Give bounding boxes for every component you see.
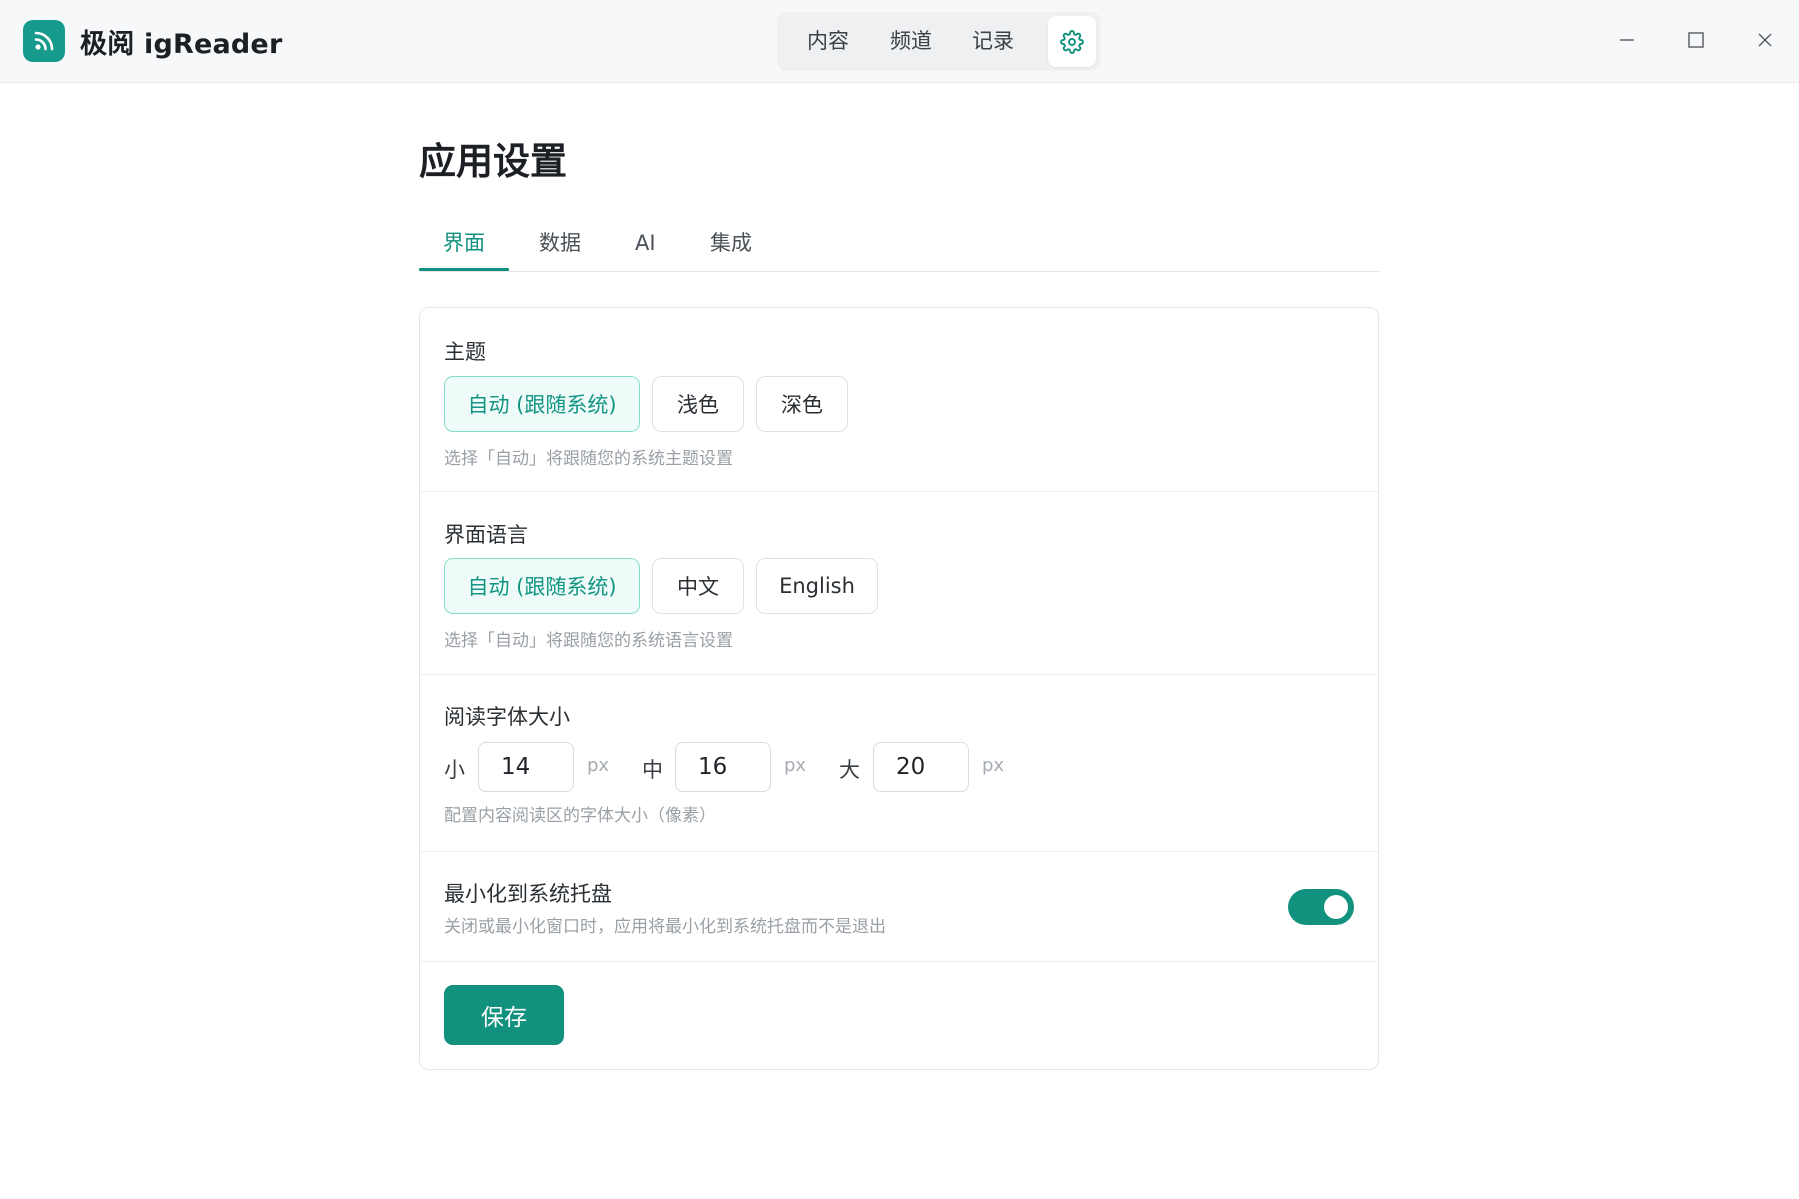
rss-logo-icon bbox=[23, 20, 65, 62]
language-section: 界面语言 自动 (跟随系统) 中文 English 选择「自动」将跟随您的系统语… bbox=[420, 492, 1378, 675]
font-large-unit: px bbox=[982, 755, 1005, 776]
nav-history[interactable]: 记录 bbox=[952, 16, 1034, 67]
settings-card: 主题 自动 (跟随系统) 浅色 深色 选择「自动」将跟随您的系统主题设置 界面语… bbox=[419, 307, 1379, 1070]
page-title: 应用设置 bbox=[419, 140, 567, 183]
font-size-section: 阅读字体大小 小 14 px 中 16 px 大 20 px 配置内容阅读区的字… bbox=[420, 675, 1378, 852]
font-large-label: 大 bbox=[839, 758, 860, 782]
active-tab-indicator bbox=[419, 268, 509, 271]
tab-data[interactable]: 数据 bbox=[539, 222, 581, 272]
tray-label: 最小化到系统托盘 bbox=[444, 882, 612, 906]
maximize-button[interactable] bbox=[1676, 20, 1716, 60]
font-large-input[interactable]: 20 bbox=[873, 742, 969, 792]
settings-tabs: 界面 数据 AI 集成 bbox=[419, 222, 1379, 272]
save-button[interactable]: 保存 bbox=[444, 985, 564, 1045]
font-size-hint: 配置内容阅读区的字体大小（像素） bbox=[444, 806, 716, 826]
main-nav: 内容 频道 记录 bbox=[777, 12, 1101, 71]
theme-section: 主题 自动 (跟随系统) 浅色 深色 选择「自动」将跟随您的系统主题设置 bbox=[420, 308, 1378, 492]
tray-toggle[interactable] bbox=[1288, 889, 1354, 925]
font-medium-label: 中 bbox=[642, 758, 663, 782]
font-small-label: 小 bbox=[444, 758, 465, 782]
theme-hint: 选择「自动」将跟随您的系统主题设置 bbox=[444, 449, 733, 469]
nav-channels[interactable]: 频道 bbox=[870, 16, 952, 67]
nav-content[interactable]: 内容 bbox=[785, 16, 870, 67]
close-button[interactable] bbox=[1745, 20, 1785, 60]
font-medium-input[interactable]: 16 bbox=[675, 742, 771, 792]
tray-hint: 关闭或最小化窗口时，应用将最小化到系统托盘而不是退出 bbox=[444, 917, 886, 937]
brand: 极阅 igReader bbox=[23, 20, 282, 62]
theme-label: 主题 bbox=[444, 340, 486, 364]
toggle-knob bbox=[1324, 895, 1348, 919]
tab-interface[interactable]: 界面 bbox=[443, 222, 485, 272]
theme-option-auto[interactable]: 自动 (跟随系统) bbox=[444, 376, 640, 432]
language-hint: 选择「自动」将跟随您的系统语言设置 bbox=[444, 631, 733, 651]
font-size-label: 阅读字体大小 bbox=[444, 705, 570, 729]
language-option-chinese[interactable]: 中文 bbox=[652, 558, 744, 614]
maximize-icon bbox=[1688, 32, 1704, 48]
nav-settings-button[interactable] bbox=[1048, 16, 1096, 67]
font-medium-unit: px bbox=[784, 755, 807, 776]
minimize-button[interactable] bbox=[1607, 20, 1647, 60]
language-option-english[interactable]: English bbox=[756, 558, 878, 614]
tab-ai[interactable]: AI bbox=[635, 222, 656, 272]
tray-section: 最小化到系统托盘 关闭或最小化窗口时，应用将最小化到系统托盘而不是退出 bbox=[420, 852, 1378, 962]
gear-icon bbox=[1060, 29, 1084, 54]
app-name: 极阅 igReader bbox=[80, 28, 283, 60]
font-small-unit: px bbox=[587, 755, 610, 776]
title-bar: 极阅 igReader 内容 频道 记录 bbox=[0, 0, 1799, 83]
tab-integration[interactable]: 集成 bbox=[710, 222, 752, 272]
close-icon bbox=[1758, 33, 1772, 47]
theme-option-light[interactable]: 浅色 bbox=[652, 376, 744, 432]
font-small-input[interactable]: 14 bbox=[478, 742, 574, 792]
minimize-icon bbox=[1620, 39, 1634, 41]
language-option-auto[interactable]: 自动 (跟随系统) bbox=[444, 558, 640, 614]
language-label: 界面语言 bbox=[444, 523, 528, 547]
theme-option-dark[interactable]: 深色 bbox=[756, 376, 848, 432]
